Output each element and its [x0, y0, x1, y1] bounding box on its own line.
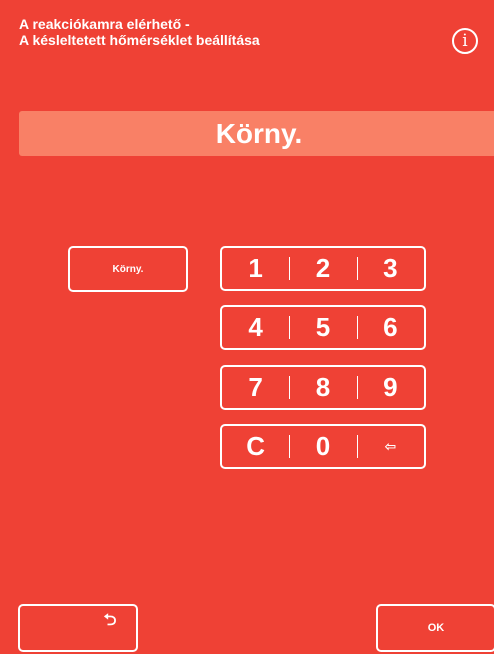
page-title: A reakciókamra elérhető - A késleltetett…: [19, 16, 260, 48]
keypad-row-3: 7 8 9: [220, 365, 426, 410]
key-7[interactable]: 7: [222, 367, 289, 408]
key-9[interactable]: 9: [356, 367, 424, 408]
backspace-arrow-icon[interactable]: ⇦: [356, 426, 424, 467]
key-1[interactable]: 1: [222, 248, 289, 289]
key-6[interactable]: 6: [356, 307, 424, 348]
key-8[interactable]: 8: [289, 367, 356, 408]
key-4[interactable]: 4: [222, 307, 289, 348]
key-5[interactable]: 5: [289, 307, 356, 348]
value-display: Körny.: [19, 111, 494, 156]
ok-button[interactable]: OK: [376, 604, 494, 652]
keypad-row-4: C 0 ⇦: [220, 424, 426, 469]
key-0[interactable]: 0: [289, 426, 356, 467]
return-arrow-icon: ⮌: [103, 611, 117, 629]
back-button[interactable]: ⮌: [18, 604, 138, 652]
title-line-1: A reakciókamra elérhető -: [19, 16, 190, 32]
ambient-preset-button[interactable]: Körny.: [68, 246, 188, 292]
key-3[interactable]: 3: [356, 248, 424, 289]
key-2[interactable]: 2: [289, 248, 356, 289]
info-icon[interactable]: i: [452, 28, 478, 54]
clear-key[interactable]: C: [222, 426, 289, 467]
keypad-row-1: 1 2 3: [220, 246, 426, 291]
keypad-row-2: 4 5 6: [220, 305, 426, 350]
title-line-2: A késleltetett hőmérséklet beállítása: [19, 32, 260, 48]
